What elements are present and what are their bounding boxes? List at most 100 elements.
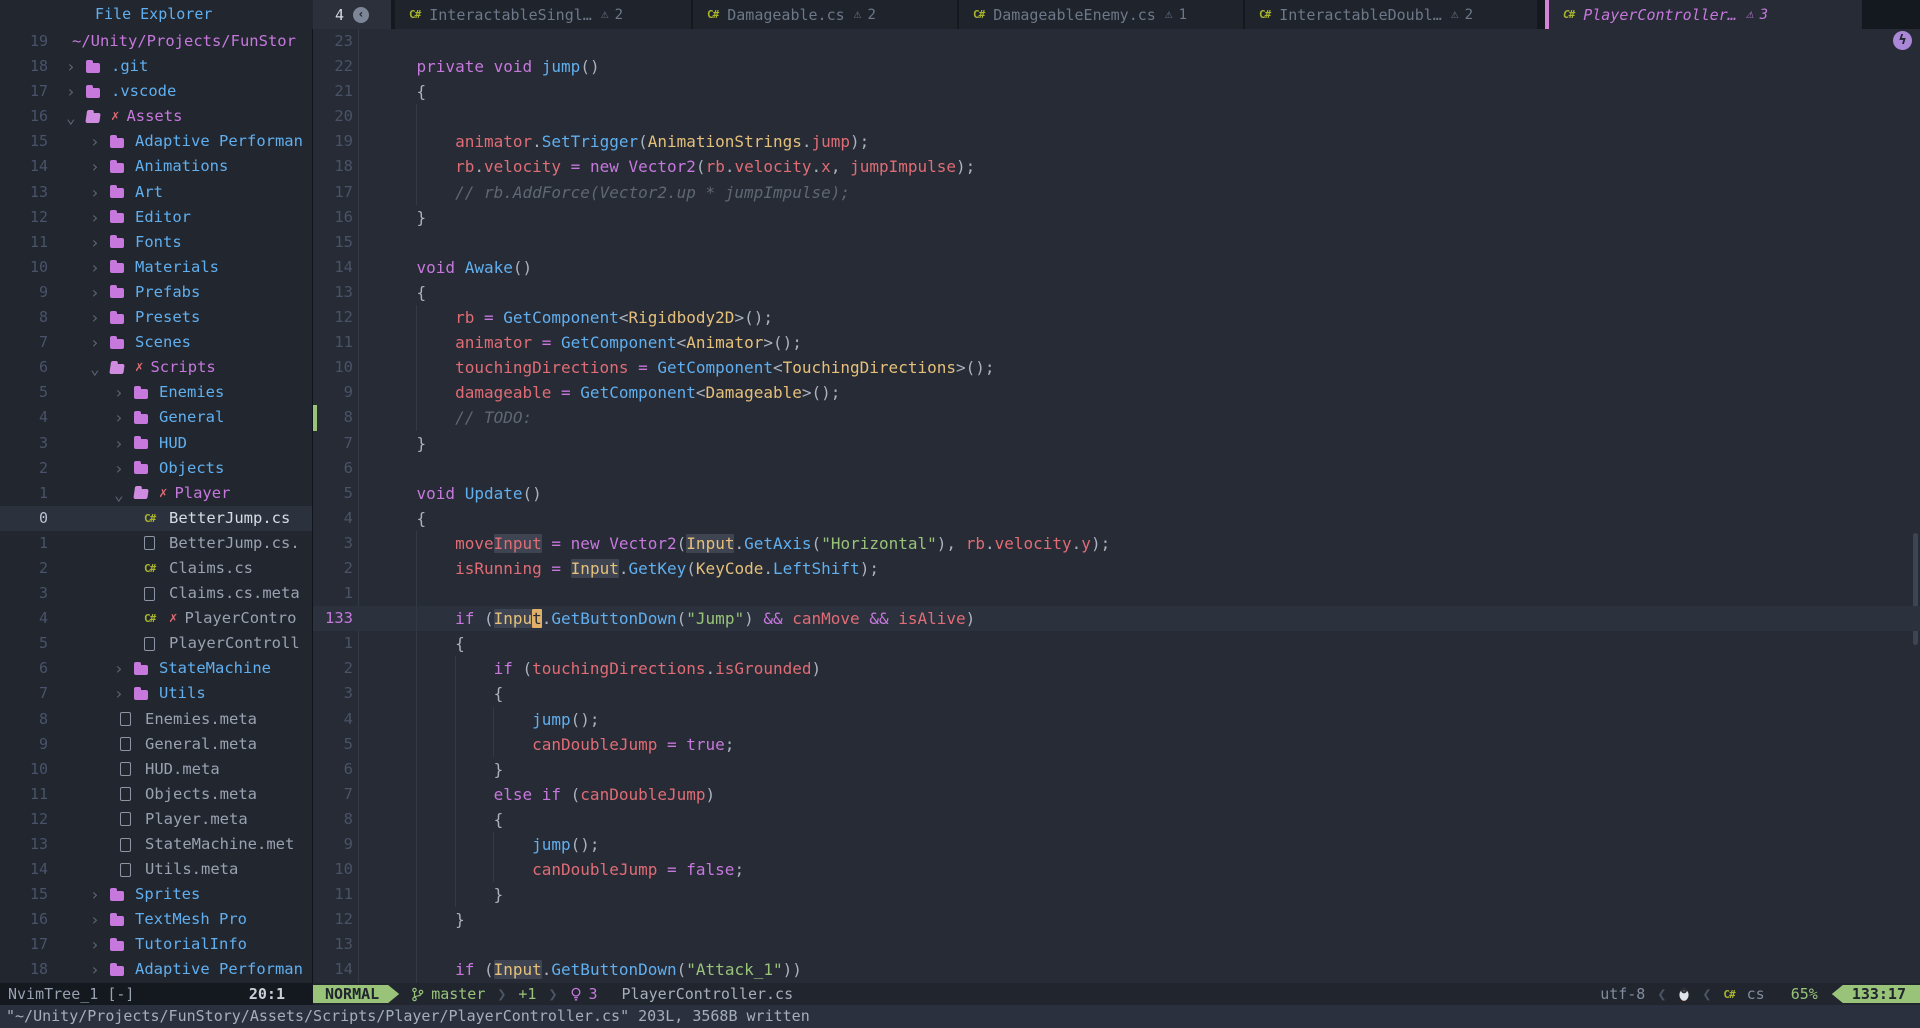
tree-row-presets[interactable]: 8›Presets xyxy=(0,305,312,330)
tree-row-editor[interactable]: 12›Editor xyxy=(0,205,312,230)
hidden-buffers-indicator[interactable]: 4 ‹ xyxy=(313,0,391,29)
tree-line-number: 13 xyxy=(0,180,48,205)
tree-row-utils-meta[interactable]: 14Utils.meta xyxy=(0,857,312,882)
tree-row-hud[interactable]: 3›HUD xyxy=(0,431,312,456)
code-line[interactable]: 20 xyxy=(313,104,1920,129)
tab-playercontroller-[interactable]: C#PlayerController…⚠3 xyxy=(1545,0,1862,29)
tree-row-playercontroll[interactable]: 5PlayerControll xyxy=(0,631,312,656)
code-line[interactable]: 18 rb.velocity = new Vector2(rb.velocity… xyxy=(313,154,1920,179)
file-explorer-title: File Explorer xyxy=(0,0,313,29)
code-line[interactable]: 4 { xyxy=(313,506,1920,531)
code-line[interactable]: 13 { xyxy=(313,280,1920,305)
tree-row-general-meta[interactable]: 9General.meta xyxy=(0,732,312,757)
chevron-right-icon: › xyxy=(112,405,134,430)
tab-damageable-cs[interactable]: C#Damageable.cs⚠2 xyxy=(693,0,957,29)
code-line[interactable]: 15 xyxy=(313,230,1920,255)
code-editor[interactable]: 2322 private void jump()21 {2019 animato… xyxy=(313,29,1920,983)
tree-row-statemachine[interactable]: 6›StateMachine xyxy=(0,656,312,681)
tab-interactabledoubl-[interactable]: C#InteractableDoubl…⚠2 xyxy=(1245,0,1537,29)
code-line[interactable]: 13 xyxy=(313,932,1920,957)
chevron-right-icon: › xyxy=(88,255,110,280)
code-line[interactable]: 1 xyxy=(313,581,1920,606)
tree-row-playercontro[interactable]: 4C#✗PlayerContro xyxy=(0,606,312,631)
code-text: canDoubleJump = true; xyxy=(378,732,734,757)
code-line-current[interactable]: 133 if (Input.GetButtonDown("Jump") && c… xyxy=(313,606,1920,631)
code-line[interactable]: 8 // TODO: xyxy=(313,405,1920,430)
tree-row-adaptive-performan[interactable]: 18›Adaptive Performan xyxy=(0,957,312,982)
lightning-badge-icon[interactable]: ϟ xyxy=(1893,31,1912,50)
code-line[interactable]: 2 isRunning = Input.GetKey(KeyCode.LeftS… xyxy=(313,556,1920,581)
tree-row-statemachine-met[interactable]: 13StateMachine.met xyxy=(0,832,312,857)
code-line[interactable]: 5 canDoubleJump = true; xyxy=(313,732,1920,757)
code-text: { xyxy=(378,631,465,656)
tab-interactablesingl-[interactable]: C#InteractableSingl…⚠2 xyxy=(395,0,691,29)
code-line[interactable]: 3 moveInput = new Vector2(Input.GetAxis(… xyxy=(313,531,1920,556)
code-line[interactable]: 9 damageable = GetComponent<Damageable>(… xyxy=(313,380,1920,405)
code-line[interactable]: 22 private void jump() xyxy=(313,54,1920,79)
tree-row-claims-cs-meta[interactable]: 3Claims.cs.meta xyxy=(0,581,312,606)
tree-row-betterjump-cs-[interactable]: 1BetterJump.cs. xyxy=(0,531,312,556)
code-line[interactable]: 11 } xyxy=(313,882,1920,907)
tree-row-textmesh-pro[interactable]: 16›TextMesh Pro xyxy=(0,907,312,932)
code-line[interactable]: 12 } xyxy=(313,907,1920,932)
tree-row-tutorialinfo[interactable]: 17›TutorialInfo xyxy=(0,932,312,957)
code-line[interactable]: 9 jump(); xyxy=(313,832,1920,857)
tab-damageableenemy-cs[interactable]: C#DamageableEnemy.cs⚠1 xyxy=(959,0,1243,29)
code-line[interactable]: 7 } xyxy=(313,431,1920,456)
tree-row-adaptive-performan[interactable]: 15›Adaptive Performan xyxy=(0,129,312,154)
separator: ❯ xyxy=(548,985,557,1003)
tree-row-sprites[interactable]: 15›Sprites xyxy=(0,882,312,907)
code-line[interactable]: 3 { xyxy=(313,681,1920,706)
tree-row-betterjump-cs[interactable]: 0C#BetterJump.cs xyxy=(0,506,312,531)
code-line[interactable]: 11 animator = GetComponent<Animator>(); xyxy=(313,330,1920,355)
tree-row--unity-projects-funstor[interactable]: 19~/Unity/Projects/FunStor xyxy=(0,29,312,54)
code-line[interactable]: 16 } xyxy=(313,205,1920,230)
tree-row--vscode[interactable]: 17›.vscode xyxy=(0,79,312,104)
code-line[interactable]: 14 void Awake() xyxy=(313,255,1920,280)
code-line[interactable]: 19 animator.SetTrigger(AnimationStrings.… xyxy=(313,129,1920,154)
tree-row-utils[interactable]: 7›Utils xyxy=(0,681,312,706)
tree-row-player[interactable]: 1⌄✗Player xyxy=(0,481,312,506)
tree-row-claims-cs[interactable]: 2C#Claims.cs xyxy=(0,556,312,581)
code-line[interactable]: 10 touchingDirections = GetComponent<Tou… xyxy=(313,355,1920,380)
tree-item-label: .git xyxy=(111,54,148,79)
tree-row-objects[interactable]: 2›Objects xyxy=(0,456,312,481)
tree-row-art[interactable]: 13›Art xyxy=(0,180,312,205)
code-line[interactable]: 6 } xyxy=(313,757,1920,782)
tree-row-content: ⌄✗Assets xyxy=(48,104,182,129)
chevron-right-icon: › xyxy=(88,957,110,982)
code-line[interactable]: 1 { xyxy=(313,631,1920,656)
tree-row-prefabs[interactable]: 9›Prefabs xyxy=(0,280,312,305)
line-number: 8 xyxy=(319,405,353,430)
code-line[interactable]: 7 else if (canDoubleJump) xyxy=(313,782,1920,807)
tree-row-hud-meta[interactable]: 10HUD.meta xyxy=(0,757,312,782)
code-line[interactable]: 6 xyxy=(313,456,1920,481)
tree-row-fonts[interactable]: 11›Fonts xyxy=(0,230,312,255)
tree-row-content: C#✗PlayerContro xyxy=(48,606,296,631)
code-line[interactable]: 12 rb = GetComponent<Rigidbody2D>(); xyxy=(313,305,1920,330)
tree-row-assets[interactable]: 16⌄✗Assets xyxy=(0,104,312,129)
tree-row-content: ›Editor xyxy=(48,205,191,230)
code-line[interactable]: 4 jump(); xyxy=(313,707,1920,732)
tree-row-materials[interactable]: 10›Materials xyxy=(0,255,312,280)
tree-row-enemies[interactable]: 5›Enemies xyxy=(0,380,312,405)
folder-icon xyxy=(110,337,126,349)
code-text: } xyxy=(378,757,503,782)
tree-row-scripts[interactable]: 6⌄✗Scripts xyxy=(0,355,312,380)
tree-row-objects-meta[interactable]: 11Objects.meta xyxy=(0,782,312,807)
tree-row-general[interactable]: 4›General xyxy=(0,405,312,430)
tree-row-enemies-meta[interactable]: 8Enemies.meta xyxy=(0,707,312,732)
code-line[interactable]: 21 { xyxy=(313,79,1920,104)
code-line[interactable]: 10 canDoubleJump = false; xyxy=(313,857,1920,882)
code-line[interactable]: 14 if (Input.GetButtonDown("Attack_1")) xyxy=(313,957,1920,982)
tree-row-scenes[interactable]: 7›Scenes xyxy=(0,330,312,355)
code-line[interactable]: 5 void Update() xyxy=(313,481,1920,506)
code-line[interactable]: 17 // rb.AddForce(Vector2.up * jumpImpul… xyxy=(313,180,1920,205)
code-line[interactable]: 23 xyxy=(313,29,1920,54)
code-line[interactable]: 8 { xyxy=(313,807,1920,832)
tree-row--git[interactable]: 18›.git xyxy=(0,54,312,79)
tree-row-player-meta[interactable]: 12Player.meta xyxy=(0,807,312,832)
tree-row-animations[interactable]: 14›Animations xyxy=(0,154,312,179)
tab-warning-badge: ⚠1 xyxy=(1165,7,1187,23)
code-line[interactable]: 2 if (touchingDirections.isGrounded) xyxy=(313,656,1920,681)
